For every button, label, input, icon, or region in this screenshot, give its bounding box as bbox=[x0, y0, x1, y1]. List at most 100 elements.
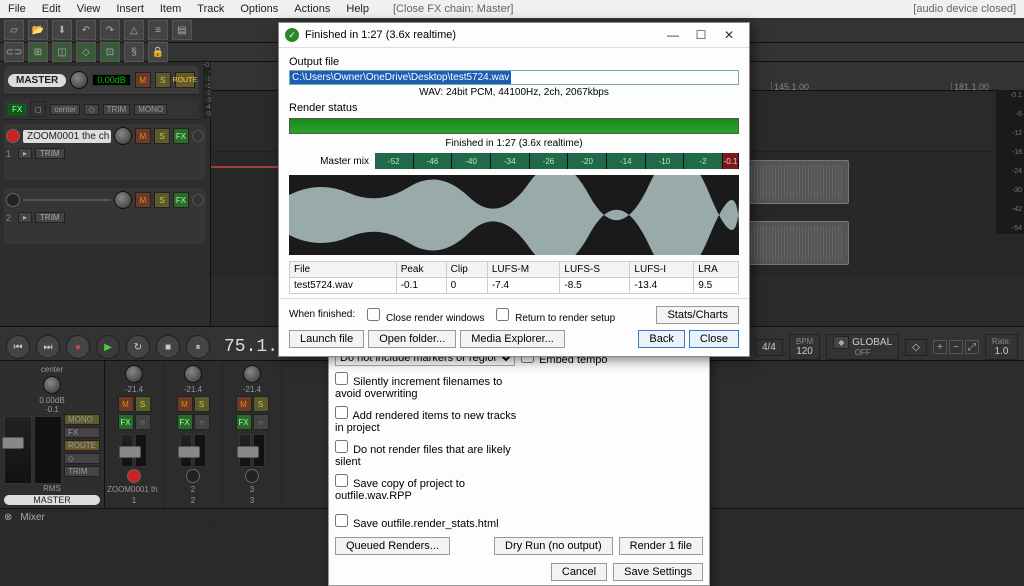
dialog-titlebar[interactable]: ✓ Finished in 1:27 (3.6x realtime) — ☐ ✕ bbox=[279, 23, 749, 48]
auto-crossfade-icon[interactable]: ⊂⊃ bbox=[4, 42, 24, 62]
grid-snap-icon[interactable]: ⊡ bbox=[100, 42, 120, 62]
col-clip[interactable]: Clip bbox=[446, 262, 487, 278]
menu-insert[interactable]: Insert bbox=[108, 1, 152, 17]
menu-item[interactable]: Item bbox=[152, 1, 189, 17]
back-button[interactable]: Back bbox=[638, 330, 684, 348]
render-setup-cancel-button[interactable]: Cancel bbox=[551, 563, 607, 581]
track2-vol-knob[interactable] bbox=[114, 191, 132, 209]
ch3-mute[interactable]: M bbox=[236, 396, 252, 412]
metronome-icon[interactable]: △ bbox=[124, 20, 144, 40]
project-settings-icon[interactable]: ≡ bbox=[148, 20, 168, 40]
close-window-button[interactable]: ✕ bbox=[715, 25, 743, 45]
mixer-master-tab[interactable]: MASTER bbox=[4, 495, 100, 505]
global-env-icon[interactable]: ◇ bbox=[905, 339, 927, 356]
maximize-button[interactable]: ☐ bbox=[687, 25, 715, 45]
minimize-button[interactable]: — bbox=[659, 25, 687, 45]
ch2-mute[interactable]: M bbox=[177, 396, 193, 412]
launch-file-button[interactable]: Launch file bbox=[289, 330, 364, 348]
track2-env-icon[interactable]: ▸ bbox=[18, 212, 32, 223]
bpm-box[interactable]: BPM120 bbox=[789, 334, 820, 360]
track2-io-button[interactable] bbox=[192, 194, 204, 206]
mixer-master-pan-knob[interactable] bbox=[43, 376, 61, 394]
add-to-tracks-checkbox[interactable]: Add rendered items to new tracks in proj… bbox=[335, 410, 516, 434]
zoom-in-button[interactable]: + bbox=[933, 340, 947, 354]
ripple-edit-icon[interactable]: ◫ bbox=[52, 42, 72, 62]
master-vol-knob[interactable] bbox=[70, 71, 88, 89]
menu-options[interactable]: Options bbox=[232, 1, 286, 17]
global-automation-box[interactable]: ◆ GLOBALOFF bbox=[826, 334, 899, 360]
track1-env-icon[interactable]: ▸ bbox=[18, 148, 32, 159]
redo-icon[interactable]: ↷ bbox=[100, 20, 120, 40]
track1-solo-button[interactable]: S bbox=[154, 128, 170, 144]
transport-play-button[interactable]: ▶ bbox=[96, 335, 120, 359]
ch3-fx[interactable]: FX bbox=[236, 414, 252, 430]
track2-name-field[interactable] bbox=[23, 199, 111, 201]
ch1-recarm[interactable] bbox=[127, 469, 141, 483]
ch1-pan-knob[interactable] bbox=[125, 365, 143, 383]
item-group-icon[interactable]: ⊞ bbox=[28, 42, 48, 62]
master-solo-button[interactable]: S bbox=[155, 72, 171, 88]
ch2-io[interactable]: ○ bbox=[194, 414, 210, 430]
snap-icon[interactable]: § bbox=[124, 42, 144, 62]
ch3-pan-knob[interactable] bbox=[243, 365, 261, 383]
track1-name-field[interactable]: ZOOM0001 the ch bbox=[23, 130, 111, 143]
ch1-fader[interactable] bbox=[121, 434, 133, 467]
mixer-channel-3[interactable]: -21.4 MS FX○ 3 3 bbox=[223, 361, 282, 509]
return-to-setup-checkbox[interactable]: Return to render setup bbox=[492, 305, 615, 324]
master-route-button[interactable]: ROUTE bbox=[175, 72, 195, 88]
transport-start-button[interactable]: ⏮ bbox=[6, 335, 30, 359]
mixer-master-trim-button[interactable]: TRIM bbox=[64, 466, 100, 477]
menu-track[interactable]: Track bbox=[189, 1, 232, 17]
statusbar-close-icon[interactable]: ⊗ bbox=[4, 512, 12, 523]
save-rpp-checkbox[interactable]: Save copy of project to outfile.wav.RPP bbox=[335, 478, 465, 502]
queued-renders-button[interactable]: Queued Renders... bbox=[335, 537, 450, 555]
table-row[interactable]: test5724.wav -0.1 0 -7.4 -8.5 -13.4 9.5 bbox=[290, 278, 739, 294]
save-project-icon[interactable]: ⬇ bbox=[52, 20, 72, 40]
close-button[interactable]: Close bbox=[689, 330, 739, 348]
save-settings-button[interactable]: Save Settings bbox=[613, 563, 703, 581]
ch2-solo[interactable]: S bbox=[194, 396, 210, 412]
mixer-master-fx-button[interactable]: FX bbox=[64, 427, 100, 438]
zoom-out-button[interactable]: − bbox=[949, 340, 963, 354]
ch1-solo[interactable]: S bbox=[135, 396, 151, 412]
ch1-mute[interactable]: M bbox=[118, 396, 134, 412]
ch1-name[interactable]: ZOOM0001 th bbox=[107, 485, 161, 494]
transport-stop-button[interactable]: ■ bbox=[156, 335, 180, 359]
close-render-windows-checkbox[interactable]: Close render windows bbox=[363, 305, 484, 324]
track1-recarm-button[interactable] bbox=[6, 129, 20, 143]
mixer-master-strip[interactable]: center 0.00dB -0.1 MONO FX ROUTE ◇ TRIM … bbox=[0, 361, 105, 509]
no-render-silent-checkbox[interactable]: Do not render files that are likely sile… bbox=[335, 444, 511, 468]
track1-trim-button[interactable]: TRIM bbox=[35, 148, 65, 159]
track2-recarm-button[interactable] bbox=[6, 193, 20, 207]
ch2-pan-knob[interactable] bbox=[184, 365, 202, 383]
output-path-field[interactable]: C:\Users\Owner\OneDrive\Desktop\test5724… bbox=[289, 70, 739, 85]
menu-edit[interactable]: Edit bbox=[34, 1, 69, 17]
menu-help[interactable]: Help bbox=[338, 1, 377, 17]
master-mute-button[interactable]: M bbox=[135, 72, 151, 88]
ch2-fader[interactable] bbox=[180, 434, 192, 467]
ch3-name[interactable]: 3 bbox=[250, 485, 254, 494]
ch2-recarm[interactable] bbox=[186, 469, 200, 483]
transport-record-button[interactable]: ● bbox=[66, 335, 90, 359]
mixer-tab-label[interactable]: Mixer bbox=[20, 512, 44, 523]
zoom-fit-button[interactable]: ⤢ bbox=[965, 340, 979, 354]
col-lufs-m[interactable]: LUFS-M bbox=[487, 262, 560, 278]
render-icon[interactable]: ▤ bbox=[172, 20, 192, 40]
ch3-recarm[interactable] bbox=[245, 469, 259, 483]
mixer-master-env-icon[interactable]: ◇ bbox=[64, 453, 100, 464]
ch2-fx[interactable]: FX bbox=[177, 414, 193, 430]
master-fx-bypass-icon[interactable]: ◻ bbox=[30, 101, 46, 117]
track2-trim-button[interactable]: TRIM bbox=[35, 212, 65, 223]
menu-actions[interactable]: Actions bbox=[286, 1, 338, 17]
lock-icon[interactable]: 🔒 bbox=[148, 42, 168, 62]
col-peak[interactable]: Peak bbox=[396, 262, 446, 278]
media-explorer-button[interactable]: Media Explorer... bbox=[460, 330, 565, 348]
ch1-fx[interactable]: FX bbox=[118, 414, 134, 430]
time-signature[interactable]: 4/4 bbox=[755, 339, 783, 356]
master-fx-button[interactable]: FX bbox=[8, 104, 26, 115]
track-row-2[interactable]: M S FX 2 ▸ TRIM bbox=[4, 188, 206, 244]
mixer-master-mono-button[interactable]: MONO bbox=[64, 414, 100, 425]
master-track-header[interactable]: MASTER 0.00dB M S ROUTE bbox=[4, 66, 199, 95]
open-folder-button[interactable]: Open folder... bbox=[368, 330, 456, 348]
track2-mute-button[interactable]: M bbox=[135, 192, 151, 208]
